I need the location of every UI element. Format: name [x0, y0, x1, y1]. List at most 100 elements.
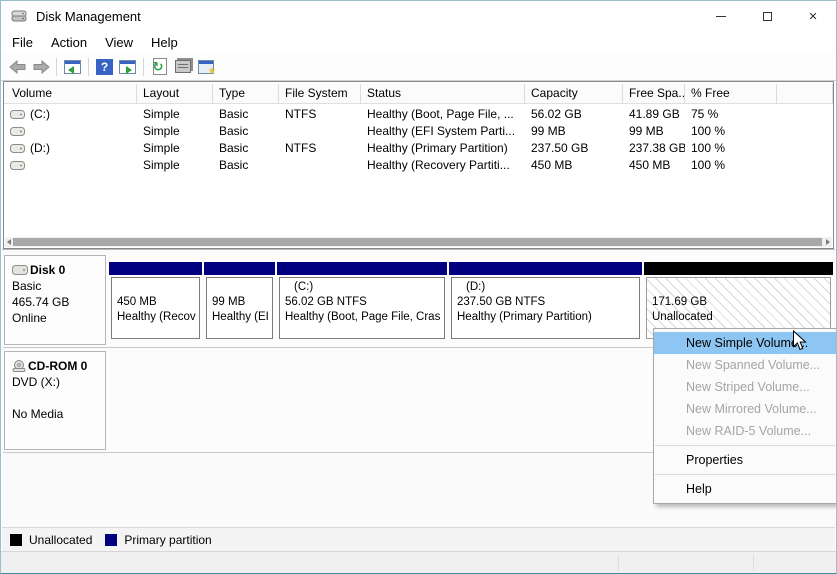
partition-c-drive[interactable]: (C:) 56.02 GB NTFS Healthy (Boot, Page F… [277, 262, 447, 342]
close-button[interactable]: × [790, 1, 836, 31]
column-header-pct-free[interactable]: % Free [685, 84, 777, 104]
volume-layout: Simple [137, 157, 213, 174]
statusbar-divider [618, 555, 619, 571]
back-arrow-icon [9, 60, 27, 74]
disk-icon [12, 265, 28, 275]
volume-capacity: 56.02 GB [525, 106, 623, 123]
menu-item-properties[interactable]: Properties [654, 449, 836, 471]
volume-free-space: 41.89 GB [623, 106, 685, 123]
forward-button[interactable] [29, 56, 52, 78]
maximize-button[interactable] [744, 1, 790, 31]
menu-item-new-spanned-volume: New Spanned Volume... [654, 354, 836, 376]
volume-list-header: Volume Layout Type File System Status Ca… [4, 84, 833, 104]
partition-status: Healthy (Recov [117, 310, 199, 325]
help-button[interactable]: ? [93, 56, 116, 78]
volume-pct-free: 100 % [685, 157, 777, 174]
action-pane-icon [119, 60, 136, 74]
partition-recovery[interactable]: 450 MB Healthy (Recov [109, 262, 202, 342]
partition-color-bar [109, 262, 202, 275]
column-header-volume[interactable]: Volume [4, 84, 137, 104]
volume-status: Healthy (Recovery Partiti... [361, 157, 525, 174]
column-header-free-space[interactable]: Free Spa... [623, 84, 685, 104]
menu-action[interactable]: Action [42, 33, 96, 52]
toolbar-separator [56, 58, 57, 76]
cdrom-panel[interactable]: CD-ROM 0 DVD (X:) No Media [4, 351, 106, 450]
mouse-cursor-icon [792, 330, 807, 354]
partition-size: 171.69 GB [652, 295, 830, 310]
disk-management-app-icon [11, 9, 27, 23]
partition-status: Healthy (Boot, Page File, Cras [285, 310, 444, 325]
partition-d-drive[interactable]: (D:) 237.50 GB NTFS Healthy (Primary Par… [449, 262, 642, 342]
column-header-layout[interactable]: Layout [137, 84, 213, 104]
disk0-type: Basic [12, 278, 105, 294]
partition-size: 56.02 GB NTFS [285, 295, 444, 310]
show-action-pane-button[interactable] [116, 56, 139, 78]
table-row-c-drive[interactable]: (C:) Simple Basic NTFS Healthy (Boot, Pa… [4, 106, 833, 123]
show-console-tree-button[interactable] [61, 56, 84, 78]
table-row-efi[interactable]: Simple Basic Healthy (EFI System Parti..… [4, 123, 833, 140]
volume-type: Basic [213, 106, 279, 123]
volume-capacity: 450 MB [525, 157, 623, 174]
volume-pct-free: 100 % [685, 140, 777, 157]
disk0-panel[interactable]: Disk 0 Basic 465.74 GB Online [4, 255, 106, 345]
partition-size: 450 MB [117, 295, 199, 310]
table-row-recovery[interactable]: Simple Basic Healthy (Recovery Partiti..… [4, 157, 833, 174]
volume-free-space: 99 MB [623, 123, 685, 140]
back-button[interactable] [6, 56, 29, 78]
volume-type: Basic [213, 157, 279, 174]
menu-item-new-simple-volume[interactable]: New Simple Volume... [654, 332, 836, 354]
volume-pct-free: 100 % [685, 123, 777, 140]
volume-free-space: 450 MB [623, 157, 685, 174]
window-controls: × [698, 1, 836, 31]
volume-capacity: 237.50 GB [525, 140, 623, 157]
menu-view[interactable]: View [96, 33, 142, 52]
disk-management-window: Disk Management × File Action View Help … [0, 0, 837, 574]
partition-label [652, 280, 830, 295]
console-tree-icon [64, 60, 81, 74]
legend: Unallocated Primary partition [2, 527, 835, 551]
partition-size: 237.50 GB NTFS [457, 295, 639, 310]
toolbar-separator [143, 58, 144, 76]
volume-list: Volume Layout Type File System Status Ca… [3, 81, 834, 249]
volume-file-system: NTFS [279, 106, 361, 123]
column-header-type[interactable]: Type [213, 84, 279, 104]
scrollbar-thumb[interactable] [13, 238, 822, 246]
volume-status: Healthy (EFI System Parti... [361, 123, 525, 140]
legend-primary-label: Primary partition [124, 533, 211, 547]
refresh-icon: ↻ [153, 58, 167, 75]
volume-file-system: NTFS [279, 140, 361, 157]
rescan-disks-button[interactable]: ★ [194, 56, 217, 78]
properties-button[interactable] [171, 56, 194, 78]
menu-item-help[interactable]: Help [654, 478, 836, 500]
partition-efi[interactable]: 99 MB Healthy (EI [204, 262, 275, 342]
refresh-button[interactable]: ↻ [148, 56, 171, 78]
volume-name: (D:) [30, 140, 50, 157]
partition-label: (D:) [457, 280, 639, 295]
horizontal-scrollbar[interactable] [5, 237, 832, 247]
menu-separator [655, 445, 835, 446]
column-header-file-system[interactable]: File System [279, 84, 361, 104]
column-header-capacity[interactable]: Capacity [525, 84, 623, 104]
disk0-capacity: 465.74 GB [12, 294, 105, 310]
volume-capacity: 99 MB [525, 123, 623, 140]
partition-color-bar [644, 262, 833, 275]
partition-label [117, 280, 199, 295]
volume-free-space: 237.38 GB [623, 140, 685, 157]
volume-type: Basic [213, 123, 279, 140]
volume-file-system [279, 157, 361, 174]
cdrom-status: No Media [12, 406, 105, 422]
scroll-right-icon[interactable] [826, 239, 830, 245]
table-row-d-drive[interactable]: (D:) Simple Basic NTFS Healthy (Primary … [4, 140, 833, 157]
column-header-status[interactable]: Status [361, 84, 525, 104]
menu-file[interactable]: File [3, 33, 42, 52]
scroll-left-icon[interactable] [7, 239, 11, 245]
minimize-button[interactable] [698, 1, 744, 31]
rescan-disks-icon: ★ [198, 60, 214, 74]
volume-file-system [279, 123, 361, 140]
partition-color-bar [449, 262, 642, 275]
legend-unallocated-label: Unallocated [29, 533, 92, 547]
legend-primary-swatch [105, 534, 117, 546]
menu-help[interactable]: Help [142, 33, 187, 52]
column-header-filler [777, 84, 833, 104]
menu-bar: File Action View Help [1, 31, 836, 53]
